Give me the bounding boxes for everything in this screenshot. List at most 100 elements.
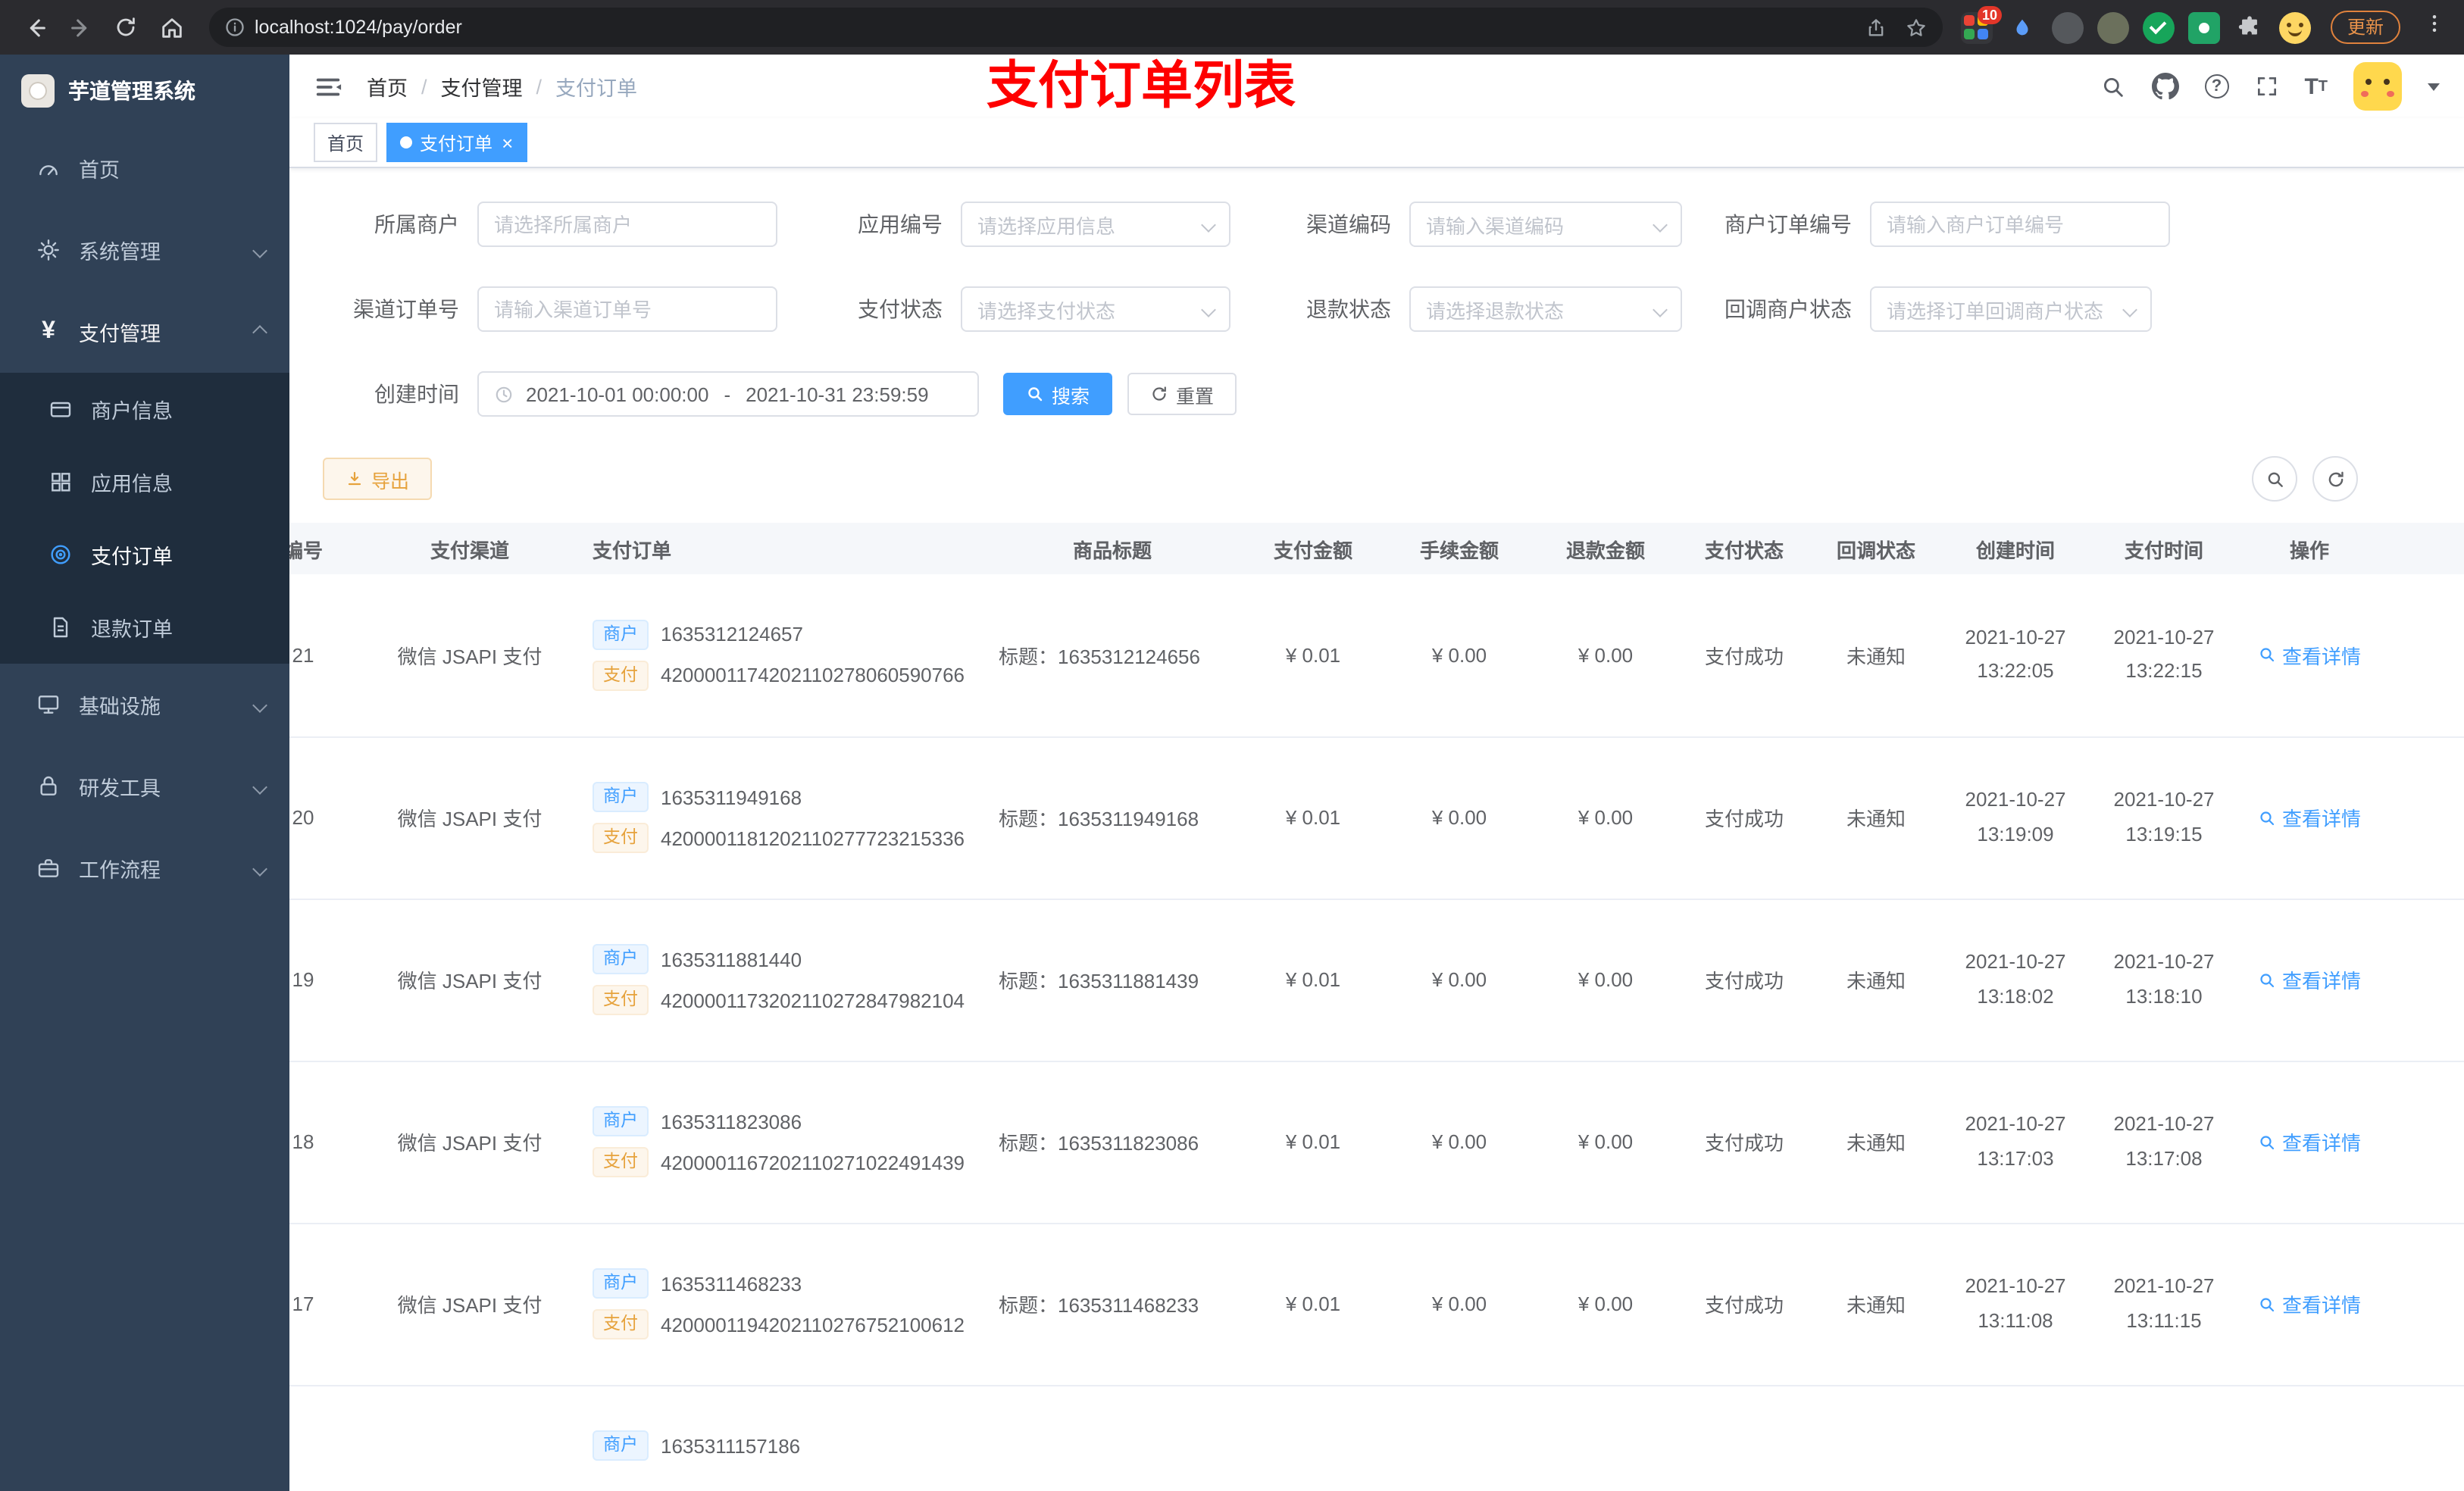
filter-refund-status: 退款状态 请选择退款状态 [1255, 286, 1682, 332]
sidebar-item-app-info[interactable]: 应用信息 [0, 445, 289, 518]
cell-channel: 微信 JSAPI 支付 [362, 1223, 577, 1386]
app-id-select[interactable]: 请选择应用信息 [961, 202, 1230, 247]
col-id: 编号 [289, 523, 362, 574]
view-detail-link[interactable]: 查看详情 [2258, 641, 2361, 670]
view-detail-link[interactable]: 查看详情 [2258, 1127, 2361, 1156]
cell-channel: 微信 JSAPI 支付 [362, 574, 577, 737]
extension-badge: 10 [1977, 5, 2002, 23]
merchant-order-no: 1635312124657 [661, 623, 803, 646]
user-avatar[interactable] [2353, 62, 2402, 111]
extension-dark-circle-icon[interactable] [2051, 11, 2084, 43]
toggle-search-button[interactable] [2252, 456, 2297, 502]
view-detail-link[interactable]: 查看详情 [2258, 965, 2361, 994]
payment-submenu: 商户信息 应用信息 支付订单 退款订单 [0, 373, 289, 664]
breadcrumb-payment[interactable]: 支付管理 [441, 71, 523, 102]
tab-home[interactable]: 首页 [314, 123, 378, 162]
chevron-down-icon [2122, 302, 2137, 317]
sidebar-item-pay-order[interactable]: 支付订单 [0, 518, 289, 591]
browser-profile-avatar[interactable] [2278, 11, 2311, 43]
channel-code-select[interactable]: 请输入渠道编码 [1409, 202, 1682, 247]
github-icon[interactable] [2151, 73, 2179, 100]
merchant-order-no-input[interactable] [1870, 202, 2170, 247]
table-row: 19 微信 JSAPI 支付 商户 1635311881440 支付 4200001… [289, 899, 2464, 1061]
top-navbar: 首页 / 支付管理 / 支付订单 支付订单列表 ? TT [289, 55, 2464, 118]
channel-order-no-input[interactable] [477, 286, 777, 332]
col-paid: 支付时间 [2090, 523, 2238, 574]
share-icon[interactable] [1865, 16, 1887, 39]
reset-button[interactable]: 重置 [1127, 373, 1237, 415]
search-button[interactable]: 搜索 [1003, 373, 1113, 415]
refund-status-select[interactable]: 请选择退款状态 [1409, 286, 1682, 332]
navbar-actions: ? TT [2100, 62, 2440, 111]
fullscreen-icon[interactable] [2254, 74, 2278, 98]
extension-colorful-icon[interactable]: 10 [1960, 5, 2002, 43]
cell-refund: ¥ 0.00 [1534, 574, 1678, 737]
forward-icon[interactable] [61, 8, 100, 47]
sidebar-item-home[interactable]: 首页 [0, 127, 289, 209]
refresh-button[interactable] [2312, 456, 2358, 502]
table-toolbar: 导出 [323, 456, 2443, 502]
app-title: 芋道管理系统 [68, 79, 195, 103]
close-icon[interactable]: × [502, 133, 513, 152]
breadcrumb: 首页 / 支付管理 / 支付订单 [367, 71, 637, 102]
home-icon[interactable] [152, 8, 191, 47]
caret-down-icon[interactable] [2428, 83, 2440, 90]
extension-green-square-icon[interactable] [2187, 11, 2220, 43]
bookmark-star-icon[interactable] [1905, 16, 1928, 39]
merchant-order-no: 1635311881440 [661, 948, 802, 971]
export-button[interactable]: 导出 [323, 458, 433, 500]
browser-menu-icon[interactable] [2423, 12, 2446, 42]
sidebar: 芋道管理系统 首页 系统管理 ¥ 支付管理 商户信息 应用信息 支付订单 退款订… [0, 55, 289, 1491]
date-range-picker[interactable]: 2021-10-01 00:00:00 - 2021-10-31 23:59:5… [477, 371, 979, 417]
cell-order: 商户 1635312124657 支付 4200001174202110278060… [577, 574, 983, 737]
notify-status-select[interactable]: 请选择订单回调商户状态 [1870, 286, 2152, 332]
pay-status-select[interactable]: 请选择支付状态 [961, 286, 1230, 332]
sidebar-item-system[interactable]: 系统管理 [0, 209, 289, 291]
cell-status: 支付成功 [1678, 1061, 1811, 1224]
back-icon[interactable] [15, 8, 55, 47]
merchant-input[interactable] [477, 202, 777, 247]
view-detail-link[interactable]: 查看详情 [2258, 1289, 2361, 1318]
extensions-puzzle-icon[interactable] [2234, 11, 2265, 43]
sidebar-item-refund-order[interactable]: 退款订单 [0, 591, 289, 664]
sidebar-item-infra[interactable]: 基础设施 [0, 664, 289, 746]
search-icon[interactable] [2100, 73, 2125, 99]
font-size-icon[interactable]: TT [2304, 75, 2328, 98]
tab-pay-order[interactable]: 支付订单 × [386, 123, 527, 162]
dashboard-icon [36, 156, 61, 180]
hamburger-icon[interactable] [314, 72, 342, 101]
sidebar-item-devtools[interactable]: 研发工具 [0, 746, 289, 827]
chevron-down-icon [252, 697, 267, 712]
address-bar[interactable]: localhost:1024/pay/order [209, 8, 1943, 47]
site-info-icon[interactable] [224, 17, 245, 38]
breadcrumb-home[interactable]: 首页 [367, 71, 408, 102]
extension-drop-icon[interactable] [2006, 11, 2038, 43]
sidebar-item-merchant-info[interactable]: 商户信息 [0, 373, 289, 445]
help-icon[interactable]: ? [2204, 74, 2229, 98]
cell-id: 18 [289, 1061, 362, 1224]
yen-icon: ¥ [42, 318, 55, 344]
browser-update-button[interactable]: 更新 [2330, 11, 2400, 44]
col-title: 商品标题 [983, 523, 1241, 574]
sidebar-item-workflow[interactable]: 工作流程 [0, 827, 289, 909]
reload-icon[interactable] [106, 8, 145, 47]
cell-created: 2021-10-27 13:17:03 [1941, 1061, 2090, 1224]
merchant-tag: 商户 [593, 782, 649, 812]
cell-amount: ¥ 0.01 [1241, 1061, 1385, 1224]
extension-check-icon[interactable] [2142, 11, 2175, 43]
sidebar-item-payment[interactable]: ¥ 支付管理 [0, 291, 289, 373]
cell-refund: ¥ 0.00 [1534, 736, 1678, 899]
extension-olive-circle-icon[interactable] [2097, 11, 2129, 43]
cell-channel: 微信 JSAPI 支付 [362, 1061, 577, 1224]
cell-notify: 未通知 [1811, 736, 1941, 899]
cell-actions: 查看详情 [2238, 1061, 2381, 1224]
pay-tag: 支付 [593, 823, 649, 853]
channel-order-no: 4200001167202110271022491439 [661, 1151, 965, 1174]
breadcrumb-separator: / [536, 75, 543, 98]
cell-status: 支付成功 [1678, 736, 1811, 899]
filter-channel-order-no: 渠道订单号 [323, 286, 777, 332]
channel-order-no: 4200001194202110276752100612 [661, 1313, 965, 1336]
view-detail-link[interactable]: 查看详情 [2258, 803, 2361, 832]
col-channel: 支付渠道 [362, 523, 577, 574]
cell-fee: ¥ 0.00 [1385, 1061, 1534, 1224]
